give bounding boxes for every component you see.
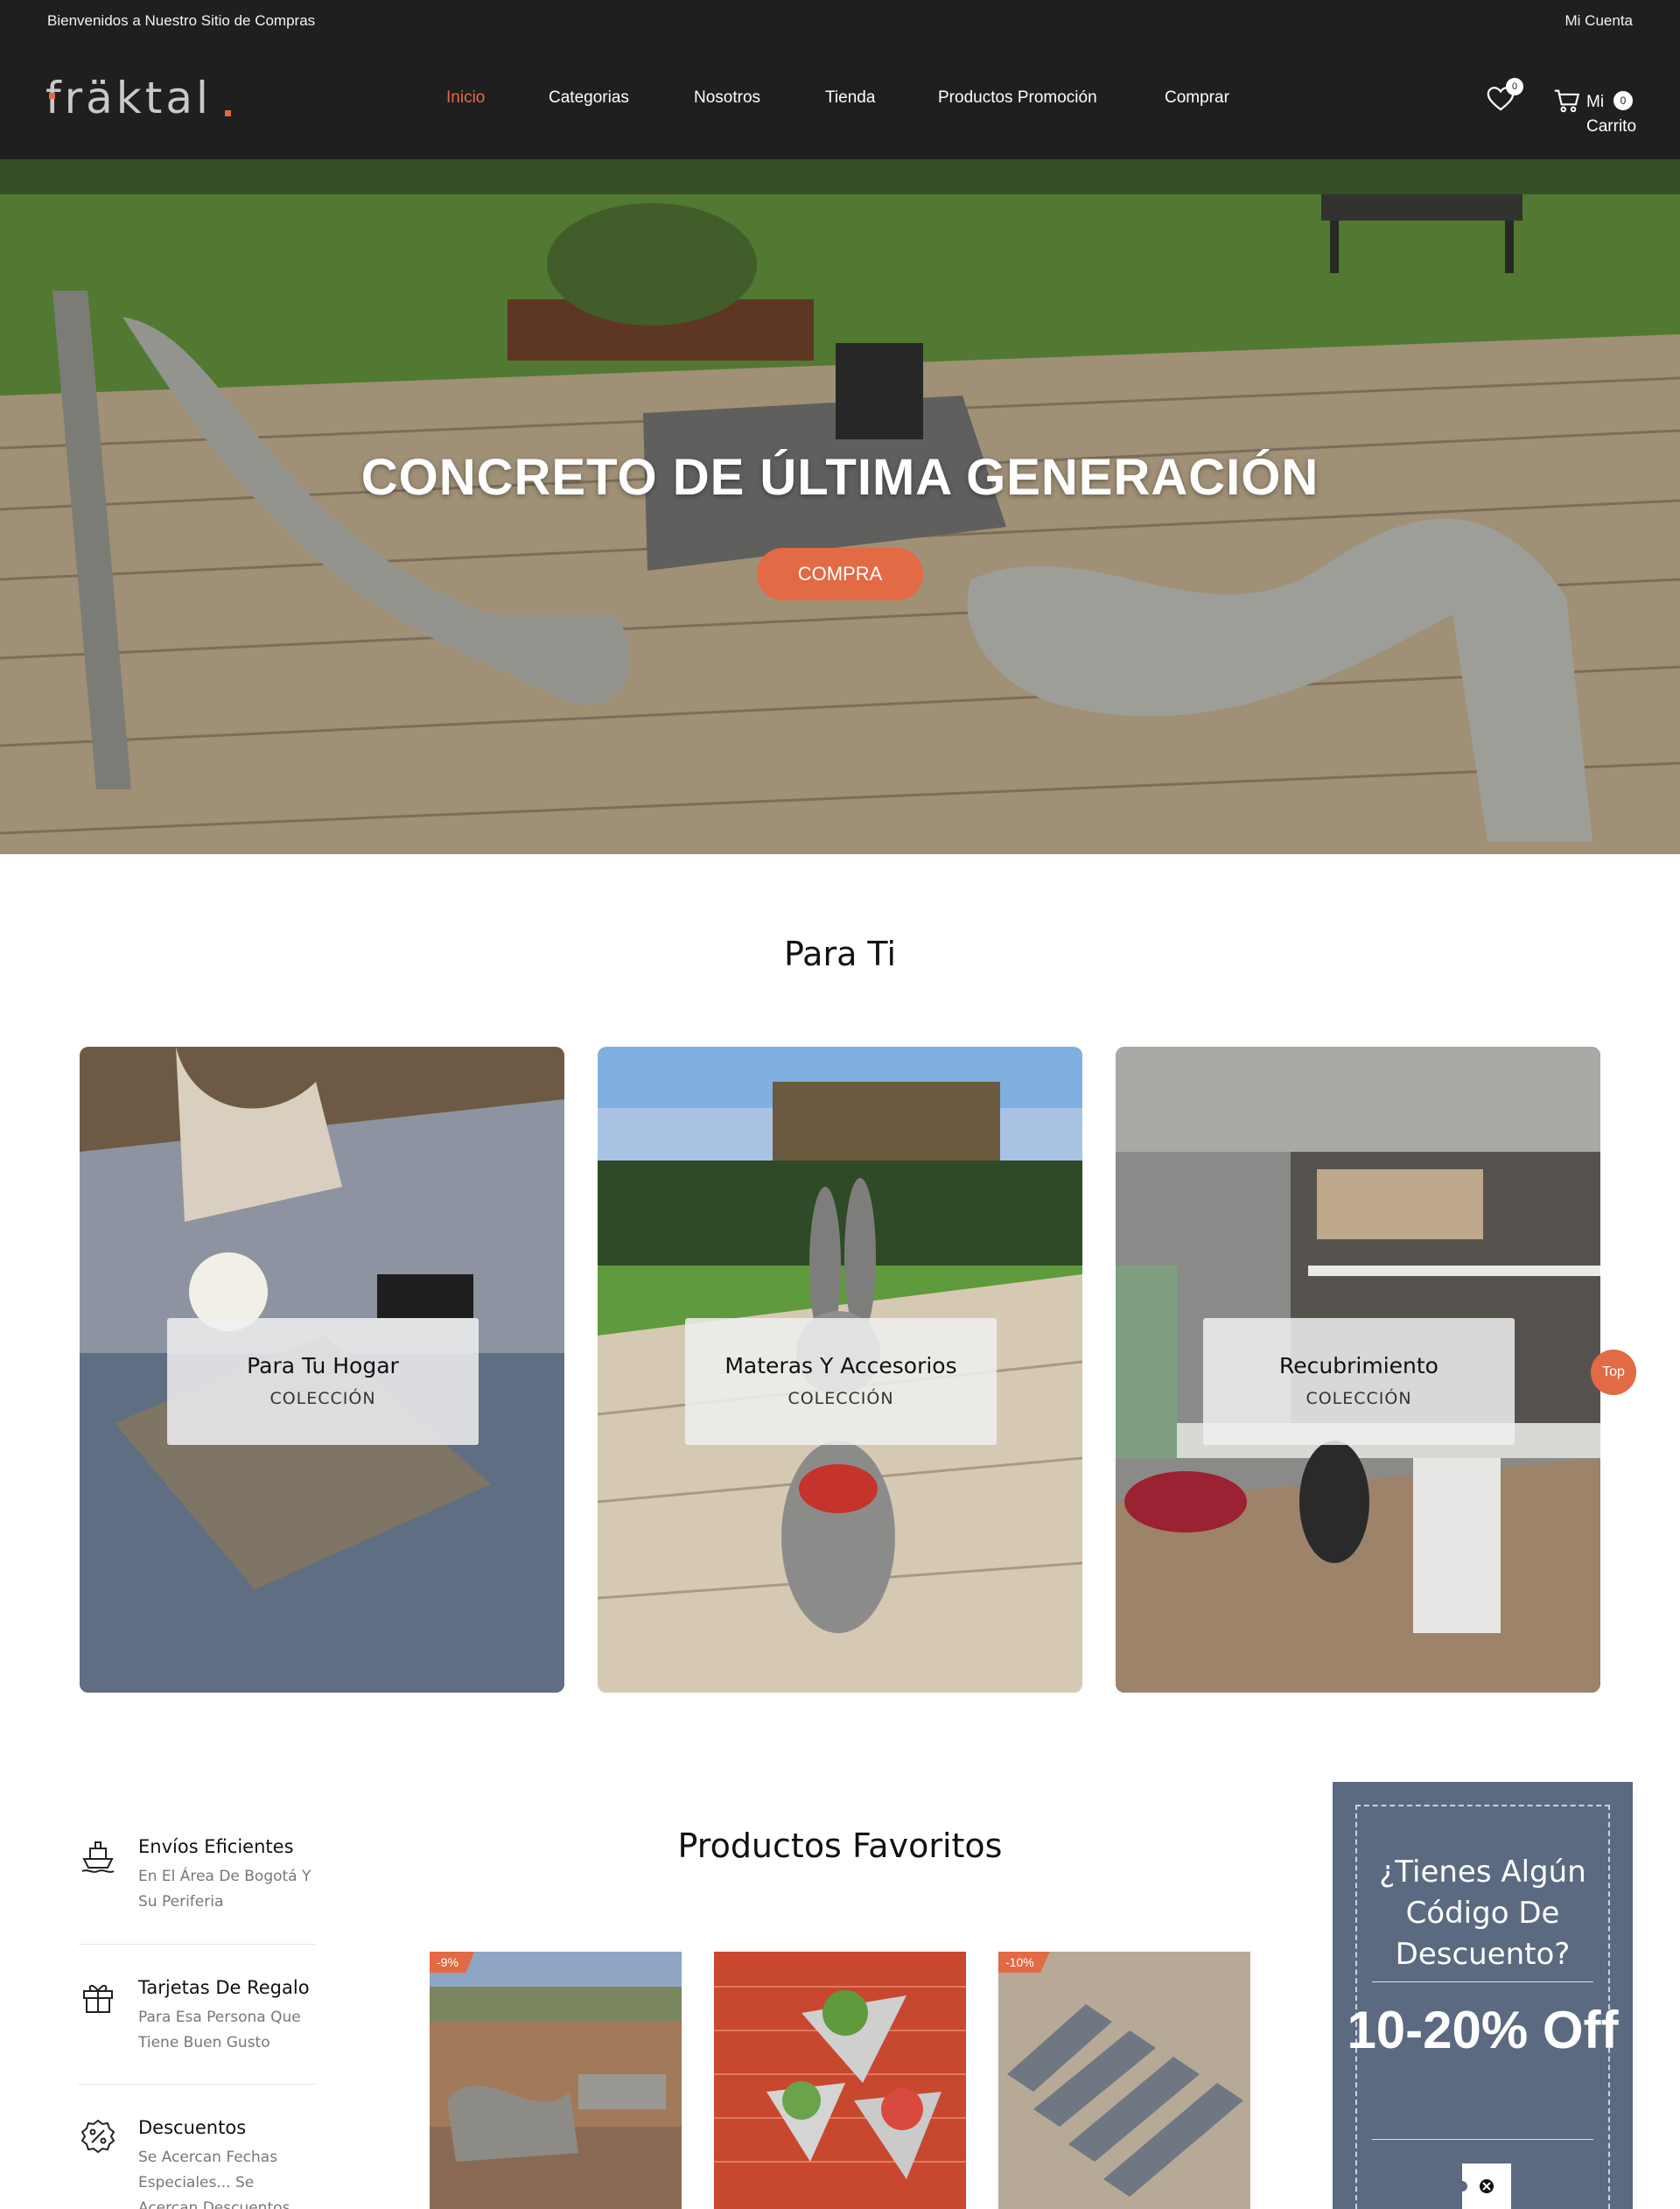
- coupon-icon: [1462, 2163, 1511, 2209]
- hero-image: [0, 159, 1680, 854]
- collection-subtitle: COLECCIÓN: [788, 1389, 894, 1408]
- divider: [79, 1944, 315, 1945]
- nav-item-tienda[interactable]: Tienda: [825, 88, 875, 108]
- collection-label: Materas Y Accesorios COLECCIÓN: [685, 1318, 997, 1445]
- divider: [1372, 2139, 1593, 2140]
- cart-label-line2: Carrito: [1586, 117, 1637, 136]
- hero-title: CONCRETO DE ÚLTIMA GENERACIÓN: [360, 449, 1320, 506]
- wishlist-count-badge: 0: [1506, 78, 1523, 95]
- feature-description: En El Área De Bogotá Y Su Periferia: [138, 1868, 312, 1911]
- divider: [1372, 1981, 1593, 1982]
- cart-label-line1: Mi: [1586, 93, 1605, 111]
- logo-dot: [225, 110, 231, 116]
- collection-title: Materas Y Accesorios: [724, 1353, 957, 1378]
- promo-question: ¿Tienes Algún Código De Descuento?: [1379, 1855, 1586, 1972]
- collection-card-hogar[interactable]: Para Tu Hogar COLECCIÓN: [80, 1047, 564, 1693]
- collection-label: Para Tu Hogar COLECCIÓN: [167, 1318, 479, 1445]
- para-ti-title: Para Ti: [783, 935, 897, 973]
- brand-logo[interactable]: fräktal: [46, 74, 238, 123]
- site-header: Bienvenidos a Nuestro Sitio de Compras M…: [0, 0, 1680, 159]
- brand-wordmark: fräktal: [46, 73, 212, 123]
- collection-subtitle: COLECCIÓN: [1306, 1389, 1412, 1408]
- collection-title: Para Tu Hogar: [247, 1353, 399, 1378]
- discount-code-panel: ¿Tienes Algún Código De Descuento? 10-20…: [1333, 1782, 1633, 2209]
- divider: [79, 2084, 315, 2085]
- collection-title: Recubrimiento: [1279, 1353, 1438, 1378]
- cart-count-badge: 0: [1614, 91, 1633, 110]
- product-card[interactable]: -10%: [998, 1952, 1250, 2209]
- collection-label: Recubrimiento COLECCIÓN: [1203, 1318, 1515, 1445]
- collection-subtitle: COLECCIÓN: [270, 1389, 376, 1408]
- cart-icon[interactable]: [1552, 86, 1582, 116]
- nav-item-nosotros[interactable]: Nosotros: [694, 88, 760, 108]
- promo-offer: 10-20% Off: [1347, 2001, 1619, 2059]
- hero-shop-button[interactable]: COMPRA: [757, 548, 923, 600]
- feature-title: Tarjetas De Regalo: [138, 1977, 310, 1998]
- nav-item-productos-promocion[interactable]: Productos Promoción: [938, 88, 1097, 108]
- collection-card-materas[interactable]: Materas Y Accesorios COLECCIÓN: [598, 1047, 1082, 1693]
- product-card[interactable]: [714, 1952, 966, 2209]
- gift-icon: [83, 1985, 113, 2013]
- nav-item-categorias[interactable]: Categorias: [549, 88, 629, 108]
- feature-description: Para Esa Persona Que Tiene Buen Gusto: [138, 2009, 301, 2051]
- nav-item-inicio[interactable]: Inicio: [446, 88, 485, 108]
- product-card[interactable]: -9%: [430, 1952, 682, 2209]
- product-image: [714, 1952, 966, 2209]
- welcome-text: Bienvenidos a Nuestro Sitio de Compras: [47, 12, 316, 29]
- scroll-top-button[interactable]: Top: [1591, 1350, 1636, 1395]
- nav-item-comprar[interactable]: Comprar: [1165, 88, 1229, 108]
- collection-card-recubrimiento[interactable]: Recubrimiento COLECCIÓN: [1116, 1047, 1600, 1693]
- my-account-link[interactable]: Mi Cuenta: [1565, 12, 1633, 30]
- feature-title: Descuentos: [138, 2117, 247, 2138]
- product-image: [998, 1952, 1250, 2209]
- product-image: [430, 1952, 682, 2209]
- logo-dot: [49, 93, 55, 99]
- discount-icon: [80, 2119, 116, 2154]
- hero-banner: CONCRETO DE ÚLTIMA GENERACIÓN COMPRA: [0, 159, 1680, 854]
- feature-description: Se Acercan Fechas Especiales... Se Acerc…: [138, 2149, 290, 2209]
